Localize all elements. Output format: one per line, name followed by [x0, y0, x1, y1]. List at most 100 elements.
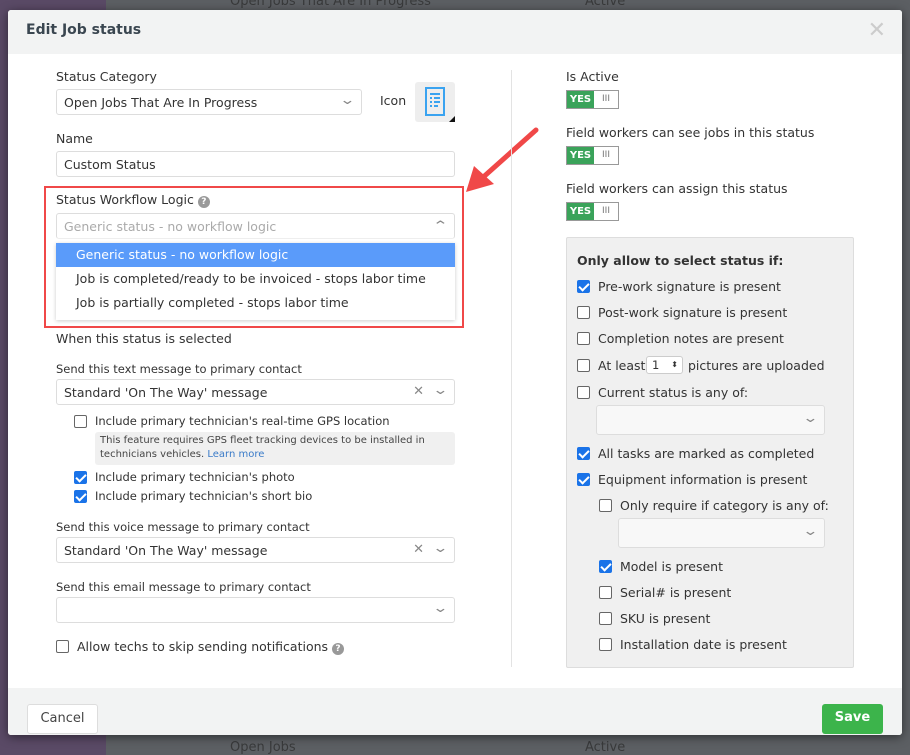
chevron-up-icon: ⌃ — [432, 219, 449, 234]
sku-checkbox[interactable] — [599, 612, 612, 625]
stepper-arrows-icon: ⬍ — [671, 360, 678, 369]
toggle-label: Field workers can see jobs in this statu… — [566, 125, 815, 140]
clear-icon[interactable]: ✕ — [413, 542, 424, 557]
annotation-arrow — [466, 127, 539, 192]
background-row-status: Active — [585, 0, 626, 9]
current-status-select[interactable]: ⌄ — [596, 405, 825, 435]
equipment-label: Equipment information is present — [598, 472, 808, 487]
workflow-dropdown: Generic status - no workflow logic Job i… — [56, 243, 455, 320]
pictures-count-value: 1 — [652, 358, 660, 372]
bio-label: Include primary technician's short bio — [95, 489, 313, 503]
serial-label: Serial# is present — [620, 585, 732, 600]
status-category-select[interactable]: Open Jobs That Are In Progress ⌄ — [56, 89, 362, 115]
name-label: Name — [56, 131, 93, 146]
save-button[interactable]: Save — [822, 704, 883, 734]
serial-checkbox[interactable] — [599, 586, 612, 599]
gps-checkbox[interactable] — [74, 415, 87, 428]
cancel-button[interactable]: Cancel — [27, 704, 98, 734]
tasks-checkbox[interactable] — [577, 447, 590, 460]
notes-checkbox[interactable] — [577, 332, 590, 345]
chevron-down-icon: ⌄ — [802, 524, 819, 539]
field-workers-see-toggle[interactable]: YES III — [566, 146, 619, 165]
chevron-down-icon: ⌄ — [432, 601, 449, 616]
modal-title: Edit Job status — [26, 22, 142, 38]
voice-message-label: Send this voice message to primary conta… — [56, 520, 310, 534]
skip-notifications-label: Allow techs to skip sending notification… — [77, 639, 345, 655]
chevron-down-icon: ⌄ — [802, 411, 819, 426]
skip-notifications-checkbox[interactable] — [56, 640, 69, 653]
bio-checkbox[interactable] — [74, 490, 87, 503]
category-select[interactable]: ⌄ — [618, 518, 825, 548]
prework-checkbox[interactable] — [577, 280, 590, 293]
current-status-label: Current status is any of: — [598, 385, 749, 400]
voice-message-select[interactable]: Standard 'On The Way' message ✕ ⌄ — [56, 537, 455, 563]
text-message-value: Standard 'On The Way' message — [64, 385, 268, 400]
toggle-handle: III — [602, 94, 610, 104]
toggle-yes: YES — [567, 147, 594, 164]
modal-header: Edit Job status ✕ — [8, 10, 902, 54]
workflow-placeholder: Generic status - no workflow logic — [64, 219, 277, 234]
tasks-label: All tasks are marked as completed — [598, 446, 815, 461]
gps-note: This feature requires GPS fleet tracking… — [95, 432, 455, 465]
document-list-icon — [425, 87, 455, 122]
equipment-checkbox[interactable] — [577, 473, 590, 486]
column-divider — [511, 70, 512, 667]
gps-label: Include primary technician's real-time G… — [95, 414, 390, 428]
install-date-label: Installation date is present — [620, 637, 787, 652]
photo-label: Include primary technician's photo — [95, 470, 295, 484]
postwork-label: Post-work signature is present — [598, 305, 788, 320]
prework-label: Pre-work signature is present — [598, 279, 781, 294]
workflow-option[interactable]: Job is partially completed - stops labor… — [56, 291, 455, 315]
pictures-count-stepper[interactable]: 1 ⬍ — [646, 356, 683, 374]
photo-checkbox[interactable] — [74, 471, 87, 484]
modal-footer: Cancel Save — [8, 688, 902, 735]
postwork-checkbox[interactable] — [577, 306, 590, 319]
category-checkbox[interactable] — [599, 499, 612, 512]
clear-icon[interactable]: ✕ — [413, 384, 424, 399]
model-checkbox[interactable] — [599, 560, 612, 573]
toggle-yes: YES — [567, 203, 594, 220]
icon-picker[interactable] — [415, 82, 455, 122]
field-workers-assign-toggle[interactable]: YES III — [566, 202, 619, 221]
status-category-value: Open Jobs That Are In Progress — [64, 95, 258, 110]
workflow-select[interactable]: Generic status - no workflow logic ⌃ — [56, 213, 455, 239]
background-row-status: Active — [585, 740, 626, 755]
conditions-title: Only allow to select status if: — [577, 253, 784, 268]
icon-label: Icon — [380, 93, 407, 108]
chevron-down-icon: ⌄ — [432, 541, 449, 556]
toggle-label: Is Active — [566, 69, 619, 84]
atleast-label: At least — [598, 358, 646, 373]
background-row-name: Open Jobs — [230, 740, 296, 755]
text-message-label: Send this text message to primary contac… — [56, 362, 302, 376]
current-status-checkbox[interactable] — [577, 386, 590, 399]
email-message-select[interactable]: ⌄ — [56, 597, 455, 623]
notes-label: Completion notes are present — [598, 331, 784, 346]
background-row-name: Open Jobs That Are In Progress — [230, 0, 431, 9]
help-icon[interactable]: ? — [332, 643, 345, 655]
chevron-down-icon: ⌄ — [432, 383, 449, 398]
when-selected-heading: When this status is selected — [56, 331, 232, 346]
is-active-toggle[interactable]: YES III — [566, 90, 619, 109]
workflow-option[interactable]: Job is completed/ready to be invoiced - … — [56, 267, 455, 291]
category-label: Only require if category is any of: — [620, 498, 829, 513]
toggle-yes: YES — [567, 91, 594, 108]
pictures-label: pictures are uploaded — [688, 358, 825, 373]
model-label: Model is present — [620, 559, 723, 574]
pictures-checkbox[interactable] — [577, 359, 590, 372]
install-date-checkbox[interactable] — [599, 638, 612, 651]
toggle-label: Field workers can assign this status — [566, 181, 788, 196]
help-icon[interactable]: ? — [197, 196, 210, 208]
text-message-select[interactable]: Standard 'On The Way' message ✕ ⌄ — [56, 379, 455, 405]
workflow-label: Status Workflow Logic ? — [56, 192, 210, 208]
chevron-down-icon: ⌄ — [339, 93, 356, 108]
close-icon[interactable]: ✕ — [868, 18, 886, 43]
name-input[interactable] — [56, 151, 455, 177]
sku-label: SKU is present — [620, 611, 711, 626]
edit-job-status-modal: Edit Job status ✕ Status Category Open J… — [8, 10, 902, 735]
voice-message-value: Standard 'On The Way' message — [64, 543, 268, 558]
learn-more-link[interactable]: Learn more — [207, 449, 264, 460]
email-message-label: Send this email message to primary conta… — [56, 580, 311, 594]
workflow-option[interactable]: Generic status - no workflow logic — [56, 243, 455, 267]
toggle-handle: III — [602, 206, 610, 216]
toggle-handle: III — [602, 150, 610, 160]
